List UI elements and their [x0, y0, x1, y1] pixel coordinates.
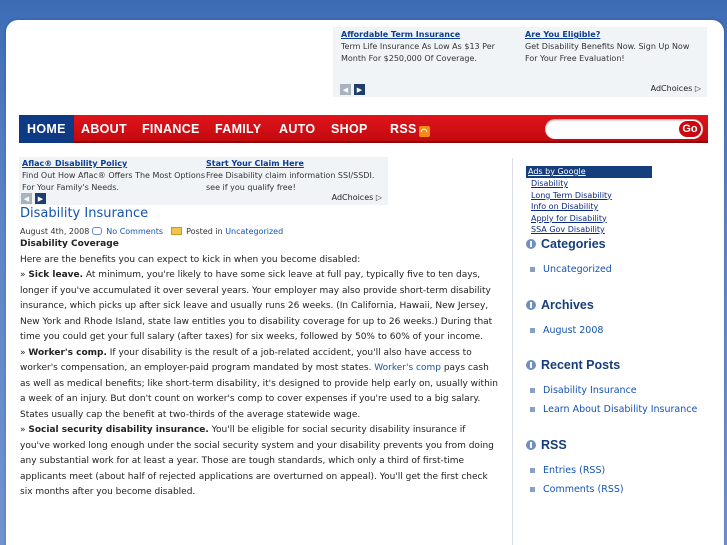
- nav-about[interactable]: ABOUT: [81, 115, 127, 143]
- ad-pager: ◀ ▶: [340, 84, 365, 95]
- post-title[interactable]: Disability Insurance: [20, 206, 498, 221]
- workers-comp-link[interactable]: Worker's comp: [374, 363, 441, 373]
- widget-title: Recent Posts: [541, 358, 621, 372]
- ad-description: Free Disability claim information SSI/SS…: [206, 171, 375, 192]
- top-ad-block: Affordable Term Insurance Term Life Insu…: [333, 27, 707, 97]
- ad-title-link[interactable]: Start Your Claim Here: [206, 158, 386, 170]
- adchoices-icon: ▷: [694, 84, 701, 93]
- section-heading: Disability Coverage: [20, 239, 119, 249]
- list-item[interactable]: Learn About Disability Insurance: [526, 400, 706, 419]
- benefit-item: » Sick leave. At minimum, you're likely …: [20, 270, 493, 342]
- ad-unit[interactable]: Are You Eligible? Get Disability Benefit…: [525, 29, 700, 65]
- widget-rss: RSS Entries (RSS) Comments (RSS): [526, 437, 706, 499]
- folder-icon: [171, 227, 183, 235]
- google-ad-link[interactable]: Disability: [531, 178, 706, 190]
- widget-title: Categories: [541, 237, 606, 251]
- info-icon: [526, 440, 536, 450]
- nav-finance[interactable]: FINANCE: [142, 115, 200, 143]
- square-bullet-icon: [530, 328, 535, 333]
- list-item[interactable]: August 2008: [526, 321, 706, 340]
- comments-link[interactable]: No Comments: [106, 227, 163, 236]
- ad-next-icon[interactable]: ▶: [354, 84, 365, 95]
- benefit-item: » Worker's comp. If your disability is t…: [20, 347, 498, 420]
- ad-title-link[interactable]: Aflac® Disability Policy: [22, 158, 205, 170]
- square-bullet-icon: [530, 388, 535, 393]
- square-bullet-icon: [530, 487, 535, 492]
- google-ad-links: Disability Long Term Disability Info on …: [531, 178, 706, 236]
- category-link[interactable]: Uncategorized: [225, 227, 283, 236]
- widget-title: Archives: [541, 298, 594, 312]
- sidebar-divider: [512, 158, 513, 545]
- square-bullet-icon: [530, 267, 535, 272]
- search-box: Go: [545, 119, 703, 139]
- post-date: August 4th, 2008: [20, 226, 90, 236]
- ad-description: Get Disability Benefits Now. Sign Up Now…: [525, 42, 690, 63]
- ad-description: Find Out How Aflac® Offers The Most Opti…: [22, 171, 205, 192]
- adchoices-label[interactable]: AdChoices ▷: [651, 84, 701, 93]
- ad-title-link[interactable]: Affordable Term Insurance: [341, 29, 516, 41]
- post: Disability Insurance August 4th, 2008 No…: [20, 206, 498, 501]
- list-item[interactable]: Uncategorized: [526, 260, 706, 279]
- ad-unit[interactable]: Start Your Claim Here Free Disability cl…: [206, 158, 386, 194]
- ad-unit[interactable]: Aflac® Disability Policy Find Out How Af…: [22, 158, 205, 194]
- nav-family[interactable]: FAMILY: [215, 115, 261, 143]
- nav-home[interactable]: HOME: [19, 115, 74, 143]
- google-ad-link[interactable]: Info on Disability: [531, 201, 706, 213]
- intro-paragraph: Here are the benefits you can expect to …: [20, 254, 361, 265]
- ad-description: Term Life Insurance As Low As $13 Per Mo…: [341, 42, 495, 63]
- list-item[interactable]: Entries (RSS): [526, 461, 706, 480]
- ad-next-icon[interactable]: ▶: [35, 193, 46, 204]
- nav-shop[interactable]: SHOP: [331, 115, 368, 143]
- content-ad-block: Aflac® Disability Policy Find Out How Af…: [19, 157, 388, 205]
- search-go-button[interactable]: Go: [678, 120, 702, 138]
- info-icon: [526, 239, 536, 249]
- widget-archives: Archives August 2008: [526, 297, 706, 340]
- post-content: Disability Coverage Here are the benefit…: [20, 237, 498, 501]
- google-ad-link[interactable]: Apply for Disability: [531, 213, 706, 225]
- info-icon: [526, 300, 536, 310]
- comment-icon: [92, 227, 103, 235]
- ad-title-link[interactable]: Are You Eligible?: [525, 29, 700, 41]
- ad-unit[interactable]: Affordable Term Insurance Term Life Insu…: [341, 29, 516, 65]
- nav-auto[interactable]: AUTO: [279, 115, 315, 143]
- posted-in-label: Posted in: [186, 226, 223, 236]
- search-input[interactable]: [551, 122, 676, 136]
- square-bullet-icon: [530, 468, 535, 473]
- ads-by-google-header[interactable]: Ads by Google: [526, 166, 652, 178]
- sidebar: Ads by Google Disability Long Term Disab…: [526, 166, 706, 495]
- post-meta: August 4th, 2008 No Comments Posted in U…: [20, 225, 498, 237]
- list-item[interactable]: Disability Insurance: [526, 381, 706, 400]
- widget-recent-posts: Recent Posts Disability Insurance Learn …: [526, 357, 706, 419]
- nav-rss[interactable]: RSS ◠: [390, 115, 430, 143]
- google-ad-link[interactable]: Long Term Disability: [531, 190, 706, 202]
- widget-title: RSS: [541, 438, 567, 452]
- ad-prev-icon[interactable]: ◀: [21, 193, 32, 204]
- google-ad-link[interactable]: SSA Gov Disability: [531, 224, 706, 236]
- ad-prev-icon[interactable]: ◀: [340, 84, 351, 95]
- square-bullet-icon: [530, 407, 535, 412]
- adchoices-label[interactable]: AdChoices ▷: [332, 193, 382, 202]
- rss-icon: ◠: [418, 126, 430, 137]
- main-nav: HOME ABOUT FINANCE FAMILY AUTO SHOP RSS ◠…: [19, 115, 708, 143]
- widget-categories: Categories Uncategorized: [526, 236, 706, 279]
- ad-pager: ◀ ▶: [21, 193, 46, 204]
- list-item[interactable]: Comments (RSS): [526, 480, 706, 499]
- benefit-item: » Social security disability insurance. …: [20, 425, 494, 497]
- adchoices-icon: ▷: [375, 193, 382, 202]
- info-icon: [526, 360, 536, 370]
